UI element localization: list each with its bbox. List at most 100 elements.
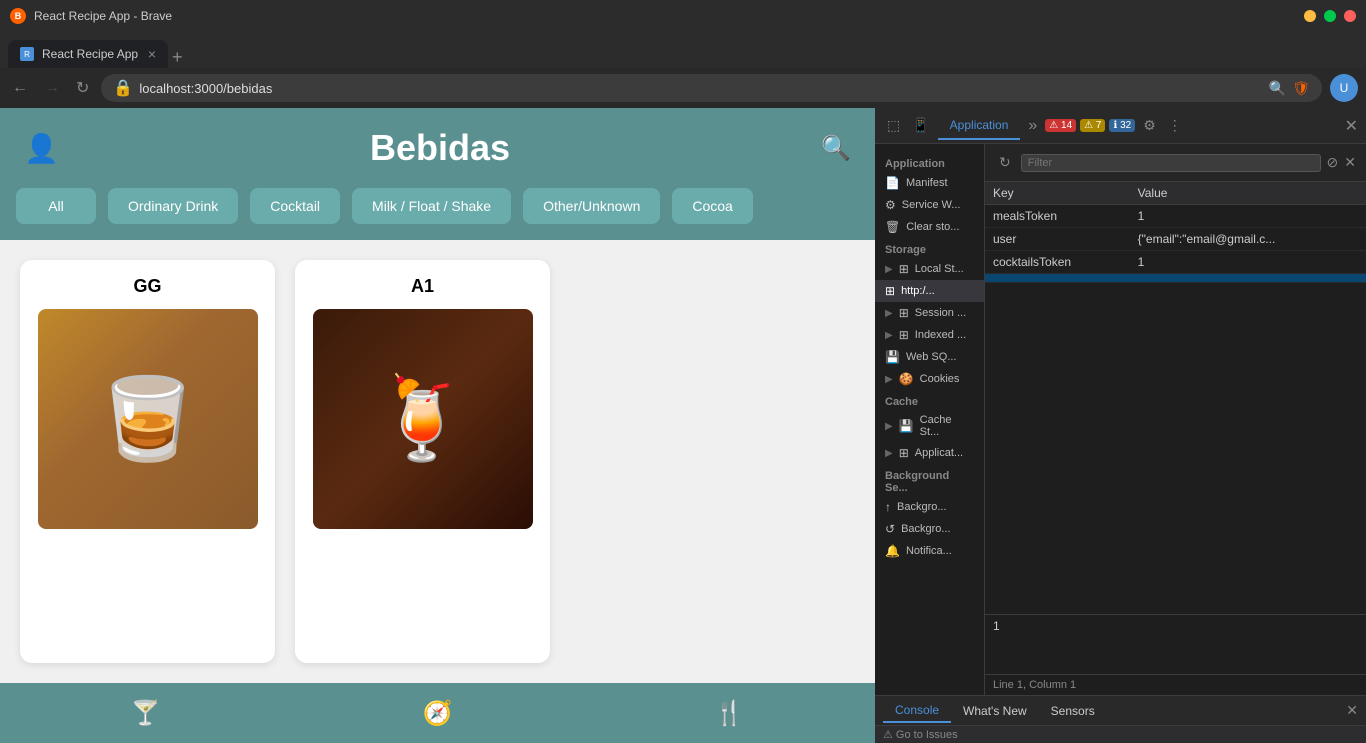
devtools-toolbar: ⬚ 📱 Application » ⚠ 14 ⚠ 7 ℹ 32 ⚙ ⋮ ✕ [875,108,1366,144]
app-content: 👤 Bebidas 🔍 All Ordinary Drink Cocktail … [0,108,875,743]
line-column-info: Line 1, Column 1 [993,679,1076,691]
drink-card-a1[interactable]: A1 [295,260,550,663]
error-count-badge: ⚠ 14 [1045,119,1076,132]
devtools-more-tabs-button[interactable]: » [1024,113,1041,139]
search-icon[interactable]: 🔍 [821,134,851,163]
storage-table-wrap: Key Value mealsToken 1 user {"emai [985,182,1366,614]
devtools-tab-application[interactable]: Application [938,112,1021,140]
browser-chrome: B React Recipe App - Brave R React Recip… [0,0,1366,108]
sidebar-item-manifest[interactable]: 📄 Manifest [875,172,984,194]
sidebar-item-service-worker[interactable]: ⚙ Service W... [875,194,984,216]
manifest-icon: 📄 [885,176,900,190]
filter-all[interactable]: All [16,188,96,224]
bottom-nav: 🍸 🧭 🍴 [0,683,875,743]
browser-tab[interactable]: R React Recipe App × [8,40,168,68]
table-row[interactable]: user {"email":"email@gmail.c... [985,228,1366,251]
title-bar-left: B React Recipe App - Brave [10,8,172,24]
expand-icon-cookies: ▶ [885,374,893,385]
expand-icon-session: ▶ [885,308,893,319]
filter-clear-button[interactable]: ⊘ [1327,154,1339,171]
devtools-body: Application 📄 Manifest ⚙ Service W... 🗑 … [875,144,1366,695]
devtools-bottom-close-button[interactable]: ✕ [1346,702,1358,719]
devtools-bottom-tab-whats-new[interactable]: What's New [951,700,1039,722]
sidebar-item-local-storage[interactable]: ▶ ⊞ Local St... [875,258,984,280]
profile-button[interactable]: U [1330,74,1358,102]
expand-icon-indexed: ▶ [885,330,893,341]
devtools-status-bar: ⚠ Go to Issues [875,725,1366,743]
indexed-db-icon: ⊞ [899,328,909,342]
user-icon[interactable]: 👤 [24,132,59,165]
filter-milk-float-shake[interactable]: Milk / Float / Shake [352,188,511,224]
new-tab-button[interactable]: + [172,47,183,68]
devtools-panel: ⬚ 📱 Application » ⚠ 14 ⚠ 7 ℹ 32 ⚙ ⋮ ✕ Ap… [875,108,1366,743]
sidebar-item-session-storage[interactable]: ▶ ⊞ Session ... [875,302,984,324]
sidebar-item-cache-storage[interactable]: ▶ 💾 Cache St... [875,410,984,442]
sidebar-section-background: Background Se... [875,464,984,496]
app-panel-filter-header: ↻ ⊘ ✕ [985,144,1366,182]
sidebar-item-clear-storage[interactable]: 🗑 Clear sto... [875,216,984,238]
local-storage-icon: ⊞ [899,262,909,276]
background-sync-icon: ↺ [885,522,895,536]
cards-area: GG A1 [0,240,875,683]
address-input[interactable] [139,81,1262,96]
drink-card-image-gg [38,309,258,529]
drink-card-gg[interactable]: GG [20,260,275,663]
table-cell-key: cocktailsToken [985,251,1130,274]
clear-storage-icon: 🗑 [885,220,900,234]
sidebar-item-indexed-db[interactable]: ▶ ⊞ Indexed ... [875,324,984,346]
devtools-close-button[interactable]: ✕ [1345,116,1358,136]
tab-bar: R React Recipe App × + [0,32,1366,68]
filter-cocoa[interactable]: Cocoa [672,188,752,224]
sidebar-item-cookies[interactable]: ▶ 🍪 Cookies [875,368,984,390]
main-layout: 👤 Bebidas 🔍 All Ordinary Drink Cocktail … [0,108,1366,743]
table-row[interactable]: mealsToken 1 [985,205,1366,228]
minimize-button[interactable] [1304,10,1316,22]
close-button[interactable] [1344,10,1356,22]
app-panel-sidebar: Application 📄 Manifest ⚙ Service W... 🗑 … [875,144,985,695]
devtools-settings-icon[interactable]: ⚙ [1139,113,1160,138]
bottom-nav-meals[interactable]: 🍴 [714,699,744,728]
lock-icon: 🔒 [113,78,133,98]
go-to-issues[interactable]: ⚠ Go to Issues [883,729,958,741]
sidebar-item-local-storage-http[interactable]: ⊞ http:/... [875,280,984,302]
sidebar-item-notifications[interactable]: 🔔 Notifica... [875,540,984,562]
refresh-button[interactable]: ↻ [72,74,93,102]
line-info: Line 1, Column 1 [985,674,1366,695]
filter-ordinary-drink[interactable]: Ordinary Drink [108,188,238,224]
forward-button[interactable]: → [40,75,64,101]
refresh-storage-button[interactable]: ↻ [995,150,1015,175]
back-button[interactable]: ← [8,75,32,101]
session-storage-icon: ⊞ [899,306,909,320]
devtools-bottom-tab-console[interactable]: Console [883,699,951,723]
filter-x-button[interactable]: ✕ [1344,154,1356,171]
bottom-nav-explore[interactable]: 🧭 [423,699,453,728]
col-header-value: Value [1130,182,1366,205]
devtools-device-icon[interactable]: 📱 [908,113,933,138]
filter-cocktail[interactable]: Cocktail [250,188,340,224]
info-count-badge: ℹ 32 [1109,119,1135,132]
address-bar: ← → ↻ 🔒 🔍 🛡 U [0,68,1366,108]
expand-icon-app-cache: ▶ [885,448,893,459]
expand-icon-cache: ▶ [885,421,893,432]
drink-card-title-gg: GG [133,276,161,297]
sidebar-item-background-sync[interactable]: ↺ Backgro... [875,518,984,540]
devtools-bottom-tab-sensors[interactable]: Sensors [1039,700,1107,722]
table-cell-key-empty [985,274,1130,283]
filter-other-unknown[interactable]: Other/Unknown [523,188,660,224]
storage-table: Key Value mealsToken 1 user {"emai [985,182,1366,283]
sidebar-item-application-cache[interactable]: ▶ ⊞ Applicat... [875,442,984,464]
maximize-button[interactable] [1324,10,1336,22]
table-cell-value: {"email":"email@gmail.c... [1130,228,1366,251]
bottom-nav-drinks[interactable]: 🍸 [131,699,161,728]
cache-storage-icon: 💾 [899,419,914,433]
sidebar-item-background-fetch[interactable]: ↑ Backgro... [875,496,984,518]
cookies-icon: 🍪 [899,372,914,386]
table-cell-value: 1 [1130,251,1366,274]
storage-filter-input[interactable] [1021,154,1321,172]
table-row[interactable]: cocktailsToken 1 [985,251,1366,274]
devtools-more-options-icon[interactable]: ⋮ [1164,113,1186,138]
devtools-cursor-icon[interactable]: ⬚ [883,113,904,138]
tab-close-button[interactable]: × [148,46,156,62]
sidebar-item-web-sql[interactable]: 💾 Web SQ... [875,346,984,368]
table-row-selected[interactable] [985,274,1366,283]
